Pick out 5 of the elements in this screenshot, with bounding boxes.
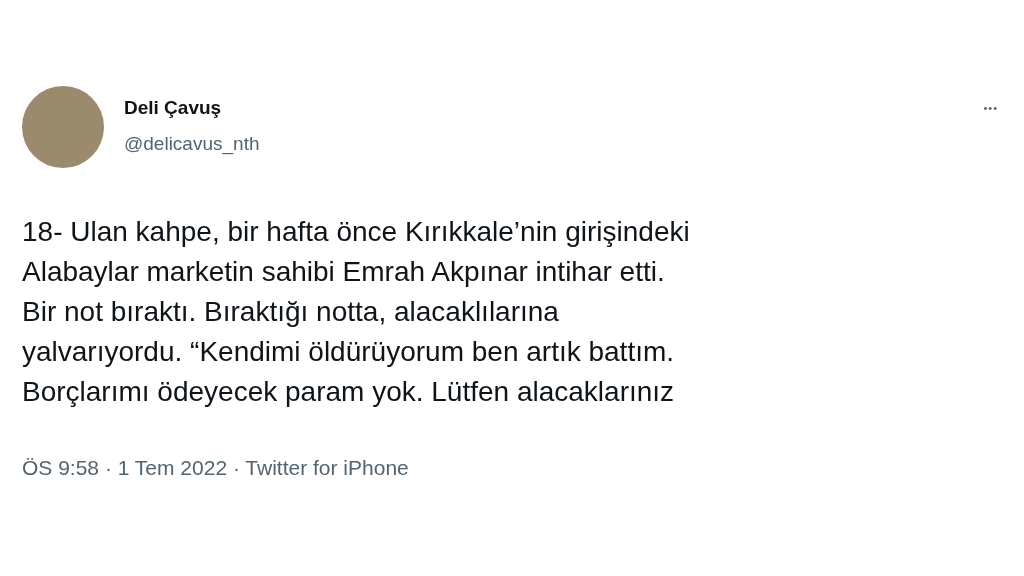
author-handle[interactable]: @delicavus_nth	[124, 132, 260, 156]
tweet-timestamp[interactable]: ÖS 9:58 · 1 Tem 2022 · Twitter for iPhone	[22, 452, 409, 484]
more-options-button[interactable]: •••	[983, 100, 998, 117]
tweet-text: 18- Ulan kahpe, bir hafta önce Kırıkkale’nin girişindeki Alabaylar marketin sahibi Emrah Akpınar intihar etti. Bir not bıraktı. Bıraktığı notta, alacaklılarına yalvarıyordu. “Kendimi öldürüyorum ben artık battım. Borçlarımı ödeyecek param yok. Lütfen alacaklarınız	[22, 215, 691, 409]
author-name[interactable]: Deli Çavuş	[124, 96, 260, 120]
